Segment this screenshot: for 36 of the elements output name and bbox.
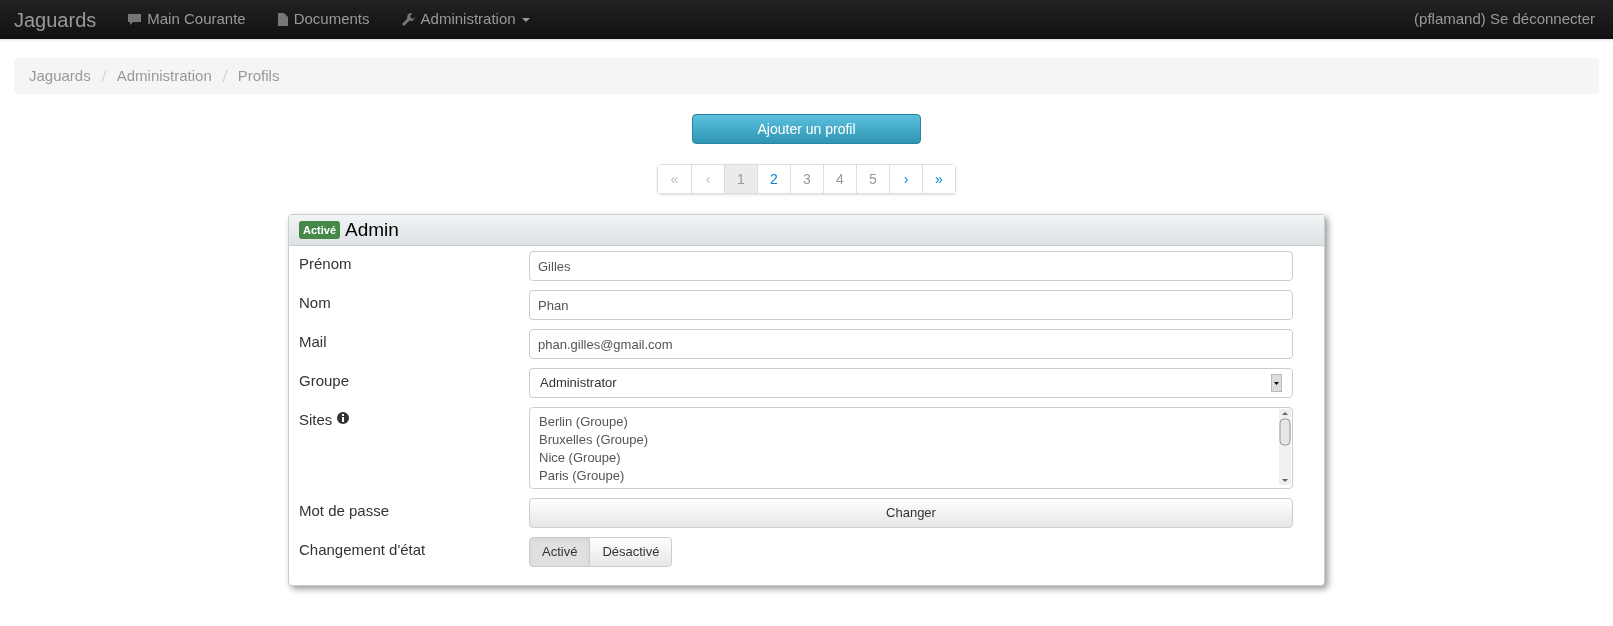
state-toggle-button[interactable]: Désactivé <box>589 537 673 567</box>
separator-icon <box>99 69 108 83</box>
nav-link[interactable]: Main Courante <box>128 8 246 31</box>
document-icon <box>277 13 288 26</box>
nav-link[interactable]: Documents <box>277 8 370 31</box>
speech-bubble-icon <box>128 13 142 26</box>
field-label: Changement d'état <box>299 540 426 560</box>
list-option[interactable]: Paris (Groupe) <box>539 467 1279 485</box>
logout-link[interactable]: (pflamand) Se déconnecter <box>1414 8 1595 31</box>
status-badge: Activé <box>299 220 341 240</box>
card-title: Admin <box>345 217 399 242</box>
wrench-icon <box>401 13 415 26</box>
text-field[interactable]: Phan <box>529 290 1293 320</box>
multi-select-list[interactable]: Berlin (Groupe) Bruxelles (Groupe) Nice (Groupe) Paris (Groupe) <box>529 407 1293 489</box>
state-toggle-button[interactable]: Activé <box>529 537 591 567</box>
select-field[interactable]: Administrator <box>529 368 1293 398</box>
text-field[interactable]: Gilles <box>529 251 1293 281</box>
scrollbar[interactable] <box>1279 409 1291 485</box>
field-label: Mail <box>299 332 327 352</box>
field-label: Mot de passe <box>299 501 390 521</box>
dropdown-arrow-icon <box>1271 374 1282 392</box>
page-link[interactable]: › <box>889 165 922 193</box>
change-password-button[interactable]: Changer <box>529 498 1293 528</box>
list-option[interactable]: Berlin (Groupe) <box>539 413 1279 431</box>
brand-link[interactable]: Jaguards <box>14 4 97 35</box>
list-option[interactable]: Nice (Groupe) <box>539 449 1279 467</box>
page-link[interactable]: 2 <box>757 165 790 193</box>
field-label: Sites <box>299 410 333 430</box>
page-link[interactable]: » <box>922 165 955 193</box>
separator-icon <box>220 69 229 83</box>
text-field[interactable]: phan.gilles@gmail.com <box>529 329 1293 359</box>
nav-link[interactable]: Administration <box>401 8 530 31</box>
field-label: Nom <box>299 293 331 313</box>
list-option[interactable]: Bruxelles (Groupe) <box>539 431 1279 449</box>
field-label: Groupe <box>299 371 350 391</box>
field-label: Prénom <box>299 254 352 274</box>
